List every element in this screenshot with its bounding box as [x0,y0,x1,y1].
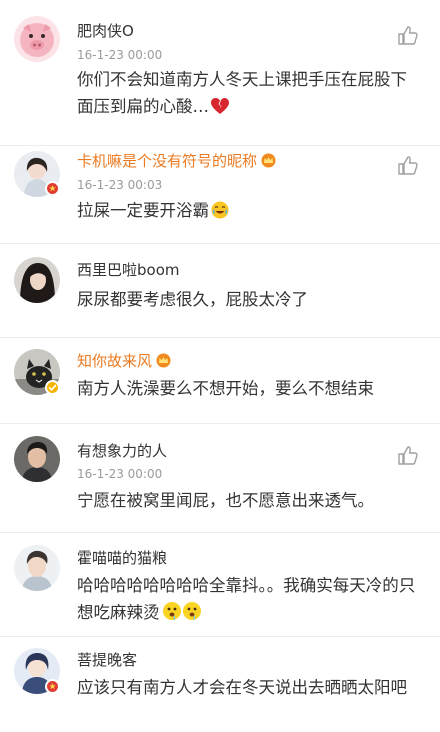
comment-text: 南方人洗澡要么不想开始，要么不想结束 [77,375,417,402]
comment-item: 有想象力的人 16-1-23 00:00 宁愿在被窝里闻屁，也不愿意出来透气。 [0,424,440,533]
like-icon[interactable] [398,26,420,46]
verified-badge-icon [45,380,60,395]
like-icon[interactable] [398,156,420,176]
drooling-emoji [162,601,202,629]
verified-badge-icon [45,679,60,694]
young-man-avatar[interactable] [14,545,60,591]
vip-crown-icon [260,153,277,173]
verified-badge-icon [45,181,60,196]
comment-item: 菩提晚客 应该只有南方人才会在冬天说出去晒晒太阳吧 [0,637,440,732]
username[interactable]: 卡机嘛是个没有符号的昵称 [77,151,277,173]
username[interactable]: 霍喵喵的猫粮 [77,548,167,568]
comment-text-content: 你们不会知道南方人冬天上课把手压在屁股下面压到扁的心酸… [77,70,407,116]
username[interactable]: 有想象力的人 [77,441,167,461]
username[interactable]: 西里巴啦boom [77,260,180,280]
comment-item: 知你故来风 南方人洗澡要么不想开始，要么不想结束 [0,338,440,424]
man-avatar[interactable] [14,436,60,482]
pig-avatar[interactable] [14,16,60,62]
timestamp: 16-1-23 00:00 [77,48,163,62]
comment-text-content: 南方人洗澡要么不想开始，要么不想结束 [77,379,374,398]
comment-text: 宁愿在被窝里闻屁，也不愿意出来透气。 [77,487,417,514]
broken-heart-emoji [211,96,229,123]
username[interactable]: 肥肉侠O [77,21,134,41]
comment-text-content: 哈哈哈哈哈哈哈哈全靠抖。。我确实每天冷的只想吃麻辣烫 [77,576,416,622]
comment-text-content: 应该只有南方人才会在冬天说出去晒晒太阳吧 [77,678,407,697]
vip-crown-icon [155,353,172,373]
comment-item: 霍喵喵的猫粮 哈哈哈哈哈哈哈哈全靠抖。。我确实每天冷的只想吃麻辣烫 [0,533,440,637]
laughing-tears-emoji [211,200,229,227]
comment-text: 哈哈哈哈哈哈哈哈全靠抖。。我确实每天冷的只想吃麻辣烫 [77,572,417,629]
comment-text: 拉屎一定要开浴霸 [77,197,417,227]
comment-item: 卡机嘛是个没有符号的昵称 16-1-23 00:03 拉屎一定要开浴霸 [0,146,440,244]
username-text: 卡机嘛是个没有符号的昵称 [77,152,258,170]
timestamp: 16-1-23 00:00 [77,467,163,481]
comment-feed: 肥肉侠O 16-1-23 00:00 你们不会知道南方人冬天上课把手压在屁股下面… [0,0,440,732]
comment-text-content: 拉屎一定要开浴霸 [77,201,209,220]
timestamp: 16-1-23 00:03 [77,178,163,192]
comment-text: 应该只有南方人才会在冬天说出去晒晒太阳吧 [77,674,417,701]
dark-hair-girl-avatar[interactable] [14,257,60,303]
comment-text: 你们不会知道南方人冬天上课把手压在屁股下面压到扁的心酸… [77,66,417,123]
comment-item: 肥肉侠O 16-1-23 00:00 你们不会知道南方人冬天上课把手压在屁股下面… [0,0,440,146]
like-icon[interactable] [398,446,420,466]
username[interactable]: 知你故来风 [77,351,172,373]
comment-text-content: 尿尿都要考虑很久，屁股太冷了 [77,290,308,309]
comment-text: 尿尿都要考虑很久，屁股太冷了 [77,286,417,313]
username-text: 知你故来风 [77,352,153,370]
comment-text-content: 宁愿在被窝里闻屁，也不愿意出来透气。 [77,491,374,510]
comment-item: 西里巴啦boom 尿尿都要考虑很久，屁股太冷了 [0,244,440,338]
username[interactable]: 菩提晚客 [77,650,137,670]
